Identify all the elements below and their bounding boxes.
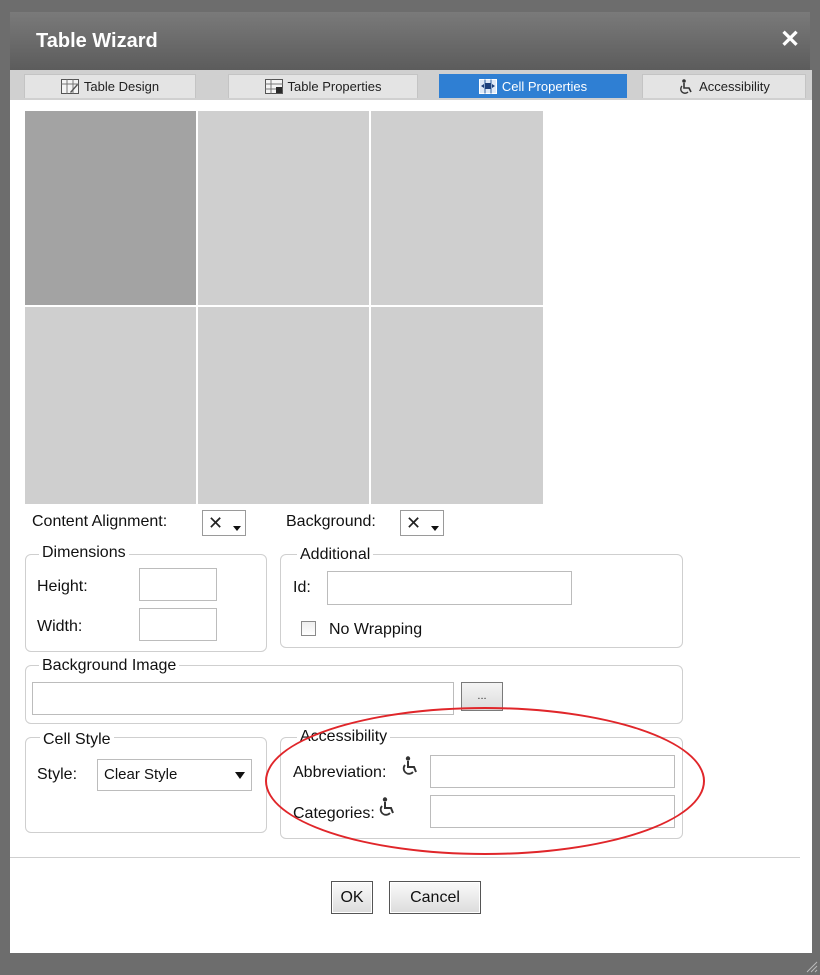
background-image-legend: Background Image [39, 657, 180, 675]
background-label: Background: [286, 513, 376, 530]
abbreviation-label: Abbreviation: [293, 764, 387, 781]
width-input[interactable] [139, 608, 217, 641]
ok-button[interactable]: OK [331, 881, 373, 914]
no-wrapping-checkbox[interactable] [301, 621, 316, 636]
table-wizard-dialog: Table Wizard ✕ Table Design Table Proper… [0, 0, 820, 975]
id-label: Id: [293, 579, 311, 596]
tab-bar: Table Design Table Properties Cell Prope… [10, 70, 812, 100]
content-alignment-dropdown[interactable]: ✕ [202, 510, 246, 536]
cell-style-legend: Cell Style [40, 731, 114, 749]
categories-label: Categories: [293, 805, 375, 822]
style-select-value: Clear Style [104, 766, 178, 783]
cancel-button[interactable]: Cancel [389, 881, 481, 914]
accessibility-icon [379, 797, 394, 816]
abbreviation-input[interactable] [430, 755, 675, 788]
tab-label: Cell Properties [501, 79, 588, 94]
background-color-dropdown[interactable]: ✕ [400, 510, 444, 536]
accessibility-icon [402, 756, 417, 775]
preview-cell[interactable] [25, 111, 196, 305]
chevron-down-icon [235, 772, 245, 779]
preview-cell[interactable] [371, 307, 543, 504]
cell-properties-icon [478, 79, 497, 94]
dimensions-legend: Dimensions [39, 544, 129, 562]
categories-input[interactable] [430, 795, 675, 828]
no-wrapping-label: No Wrapping [329, 621, 423, 638]
close-icon[interactable]: ✕ [776, 26, 804, 54]
tab-accessibility[interactable]: Accessibility [642, 74, 806, 98]
browse-button[interactable]: ... [461, 682, 503, 711]
chevron-down-icon [431, 526, 439, 531]
resize-grip-icon[interactable] [804, 959, 818, 973]
chevron-down-icon [233, 526, 241, 531]
height-label: Height: [37, 578, 88, 595]
preview-cell[interactable] [198, 307, 369, 504]
table-preview [25, 111, 543, 504]
tab-label: Table Properties [287, 79, 382, 94]
width-label: Width: [37, 618, 83, 635]
style-label: Style: [37, 766, 78, 783]
style-select[interactable]: Clear Style [97, 759, 252, 791]
height-input[interactable] [139, 568, 217, 601]
preview-cell[interactable] [198, 111, 369, 305]
dialog-title: Table Wizard [36, 30, 158, 52]
preview-cell[interactable] [371, 111, 543, 305]
footer-divider [10, 857, 800, 858]
preview-cell[interactable] [25, 307, 196, 504]
tab-cell-properties[interactable]: Cell Properties [439, 74, 627, 98]
table-properties-icon [264, 79, 283, 94]
title-bar[interactable]: Table Wizard ✕ [10, 12, 810, 70]
additional-legend: Additional [297, 546, 374, 564]
tab-table-design[interactable]: Table Design [24, 74, 196, 98]
table-design-icon [60, 79, 79, 94]
no-color-icon: ✕ [406, 513, 422, 533]
accessibility-legend: Accessibility [297, 728, 391, 746]
tab-content-cell-properties: Content Alignment: ✕ Background: ✕ Dimen… [10, 100, 812, 953]
content-alignment-label: Content Alignment: [32, 513, 168, 530]
tab-table-properties[interactable]: Table Properties [228, 74, 418, 98]
tab-label: Accessibility [699, 79, 770, 94]
accessibility-icon [680, 78, 692, 94]
background-image-input[interactable] [32, 682, 454, 715]
no-alignment-icon: ✕ [208, 513, 224, 533]
id-input[interactable] [327, 571, 572, 605]
tab-label: Table Design [83, 79, 160, 94]
